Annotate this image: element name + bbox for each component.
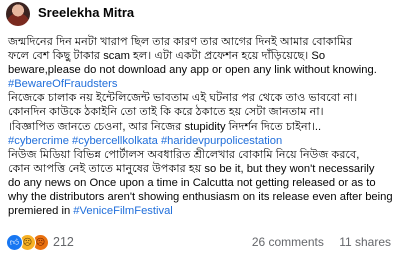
shares-count-link[interactable]: 11 shares	[339, 235, 391, 249]
engagement-counts: 26 comments 11 shares	[240, 235, 391, 249]
post-header: Sreelekha Mitra	[0, 0, 399, 30]
post-line-text: premiered in	[8, 205, 74, 218]
avatar[interactable]	[6, 2, 30, 26]
post-line: beware,please do not download any app or…	[8, 64, 377, 77]
post-footer: 👍︎ ☹ ☹ 212 26 comments 11 shares	[0, 232, 399, 255]
post-text: জন্মদিনের দিন মনটা খারাপ ছিল তার কারণ তা…	[8, 35, 396, 218]
post-line: নিউজ মিডিয়া বিভিন্ন পোর্টালস অবধারিত শ্…	[8, 148, 360, 161]
reaction-count: 212	[53, 235, 74, 249]
author-name[interactable]: Sreelekha Mitra	[38, 5, 134, 20]
post-line: do any news on Once upon a time in Calcu…	[8, 176, 376, 189]
post-line-last: premiered in #VeniceFilmFestival	[8, 204, 396, 218]
post-line: কোনদিন কাউকে ঠকাইনি তো তাই কি করে ঠকাতে …	[8, 106, 324, 119]
comments-count-link[interactable]: 26 comments	[252, 235, 324, 249]
like-icon: 👍︎	[6, 233, 23, 251]
post-line: জন্মদিনের দিন মনটা খারাপ ছিল তার কারণ তা…	[8, 36, 353, 48]
post-line: নিজেকে চালাক নয় ইন্টেলিজেন্ট ভাবতাম এই …	[8, 92, 358, 105]
post-line: why the distributors aren't showing enth…	[8, 191, 393, 204]
hashtag-link[interactable]: #VeniceFilmFestival	[73, 205, 172, 217]
post-line: কোন আপত্তি নেই তাতে মানুষের উপকার হয় so…	[8, 162, 375, 175]
reactions-summary[interactable]: 👍︎ ☹ ☹ 212	[6, 233, 74, 251]
post-line: ফলে বেশ কিছু টাকার scam হল। এটা একটা প্র…	[8, 50, 326, 63]
post-line: ।বিজ্ঞাপিত জানতে চেওনা, আর নিজের stupidi…	[8, 120, 322, 133]
hashtag-link[interactable]: #BewareOfFraudsters	[8, 77, 396, 91]
hashtag-links[interactable]: #cybercrime #cybercellkolkata #haridevpu…	[8, 134, 396, 148]
